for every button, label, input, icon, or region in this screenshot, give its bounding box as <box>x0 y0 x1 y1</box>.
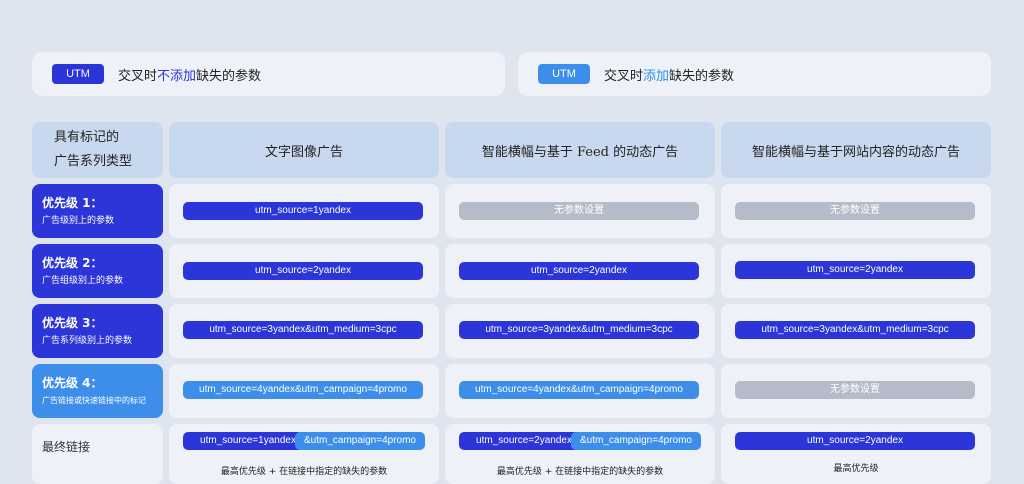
no-params-pill: 无参数设置 <box>735 381 975 399</box>
row-title: 优先级 2： <box>42 256 103 270</box>
corner-line-1: 具有标记的 <box>54 130 120 145</box>
utm-badge-light: UTM <box>538 64 590 84</box>
row-title: 优先级 3： <box>42 316 103 330</box>
row-title: 优先级 4： <box>42 376 103 390</box>
table-cell: 无参数设置 <box>445 184 715 238</box>
table-cell: 无参数设置 <box>721 364 991 418</box>
table-cell: 无参数设置 <box>721 184 991 238</box>
table-cell: utm_source=4yandex&utm_campaign=4promo <box>445 364 715 418</box>
table-cell: utm_source=2yandex <box>445 244 715 298</box>
legend-text-post: 缺失的参数 <box>669 68 735 84</box>
utm-pill: utm_source=3yandex&utm_medium=3cpc <box>735 321 975 339</box>
legend-no-add: UTM 交叉时不添加缺失的参数 <box>32 52 505 96</box>
utm-pill: utm_source=2yandex <box>183 262 423 280</box>
table-cell: utm_source=1yandex <box>169 184 439 238</box>
table-cell: utm_source=1yandex &utm_campaign=4promo … <box>169 424 439 484</box>
row-subtitle: 广告系列级别上的参数 <box>42 336 133 346</box>
row-priority-3: 优先级 3： 广告系列级别上的参数 <box>32 304 163 358</box>
table-cell: utm_source=2yandex <box>169 244 439 298</box>
no-params-pill: 无参数设置 <box>735 202 975 220</box>
row-subtitle: 广告组级别上的参数 <box>42 276 124 286</box>
utm-pill: &utm_campaign=4promo <box>571 432 701 450</box>
table-cell: utm_source=3yandex&utm_medium=3cpc <box>445 304 715 358</box>
table-cell: utm_source=2yandex 最高优先级 <box>721 424 991 484</box>
utm-pill: utm_source=1yandex <box>183 202 423 220</box>
utm-pill: &utm_campaign=4promo <box>295 432 425 450</box>
utm-badge-dark: UTM <box>52 64 104 84</box>
column-header-text-image: 文字图像广告 <box>169 122 439 178</box>
row-final-link: 最终链接 <box>32 424 163 484</box>
legend-text-pre: 交叉时 <box>118 68 158 84</box>
corner-line-2: 广告系列类型 <box>54 154 133 169</box>
utm-pill: utm_source=2yandex <box>735 432 975 450</box>
table-cell: utm_source=3yandex&utm_medium=3cpc <box>721 304 991 358</box>
legend-no-add-text: 交叉时不添加缺失的参数 <box>118 65 261 84</box>
row-priority-4: 优先级 4： 广告链接或快速链接中的标记 <box>32 364 163 418</box>
legend-add: UTM 交叉时添加缺失的参数 <box>518 52 991 96</box>
utm-pill: utm_source=4yandex&utm_campaign=4promo <box>459 381 699 399</box>
table-cell: utm_source=4yandex&utm_campaign=4promo <box>169 364 439 418</box>
column-header-site: 智能横幅与基于网站内容的动态广告 <box>721 122 991 178</box>
utm-pill: utm_source=2yandex <box>459 432 589 450</box>
row-priority-1: 优先级 1： 广告级别上的参数 <box>32 184 163 238</box>
legend-add-text: 交叉时添加缺失的参数 <box>604 65 734 84</box>
final-note: 最高优先级 + 在链接中指定的缺失的参数 <box>496 467 664 477</box>
column-header-feed: 智能横幅与基于 Feed 的动态广告 <box>445 122 715 178</box>
table-corner-header: 具有标记的 广告系列类型 <box>32 122 163 178</box>
final-note: 最高优先级 <box>833 464 879 474</box>
row-priority-2: 优先级 2： 广告组级别上的参数 <box>32 244 163 298</box>
row-title: 优先级 1： <box>42 196 103 210</box>
legend-text-em: 不添加 <box>157 68 197 84</box>
legend-text-post: 缺失的参数 <box>196 68 262 84</box>
row-subtitle: 广告级别上的参数 <box>42 216 115 226</box>
no-params-pill: 无参数设置 <box>459 202 699 220</box>
row-title: 最终链接 <box>42 440 91 454</box>
utm-pill: utm_source=2yandex <box>735 261 975 279</box>
table-cell: utm_source=3yandex&utm_medium=3cpc <box>169 304 439 358</box>
utm-pill: utm_source=3yandex&utm_medium=3cpc <box>183 321 423 339</box>
utm-pill: utm_source=3yandex&utm_medium=3cpc <box>459 321 699 339</box>
table-cell: utm_source=2yandex &utm_campaign=4promo … <box>445 424 715 484</box>
utm-pill: utm_source=2yandex <box>459 262 699 280</box>
utm-pill: utm_source=4yandex&utm_campaign=4promo <box>183 381 423 399</box>
legend-text-em: 添加 <box>643 68 670 84</box>
final-note: 最高优先级 + 在链接中指定的缺失的参数 <box>220 467 388 477</box>
table-cell: utm_source=2yandex <box>721 244 991 298</box>
legend-text-pre: 交叉时 <box>604 68 644 84</box>
utm-pill: utm_source=1yandex <box>183 432 313 450</box>
row-subtitle: 广告链接或快速链接中的标记 <box>42 396 146 405</box>
